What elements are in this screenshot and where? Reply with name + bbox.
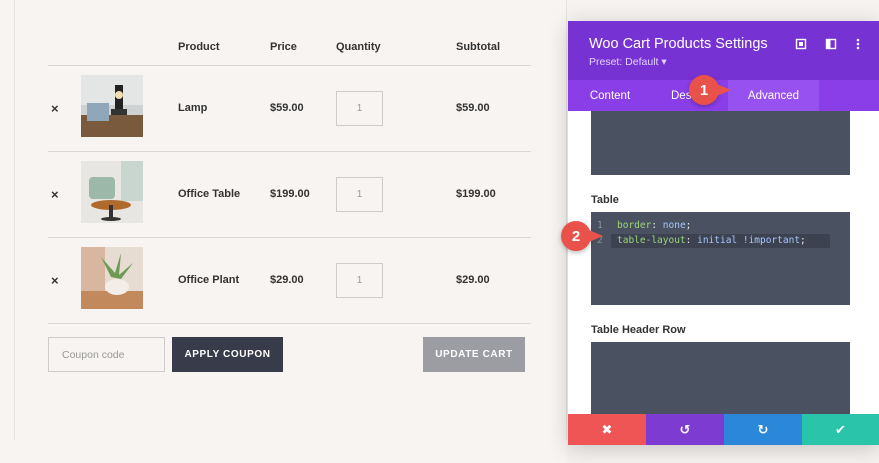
product-subtotal: $59.00 (456, 102, 490, 114)
annotation-badge-1: 1 (689, 75, 719, 105)
remove-item-icon[interactable]: × (51, 273, 59, 288)
table-row: × Office Plant $29.00 1 $29.00 (48, 238, 531, 324)
quantity-input[interactable]: 1 (336, 177, 383, 212)
annotation-badge-2: 2 (561, 221, 591, 251)
cancel-button[interactable]: ✖ (568, 414, 646, 445)
coupon-code-input[interactable]: Coupon code (48, 337, 165, 372)
table-row: × Lamp $59.00 1 $59.00 (48, 66, 531, 152)
annotation-arrow (717, 84, 731, 96)
quantity-input[interactable]: 1 (336, 91, 383, 126)
product-name[interactable]: Office Table (178, 188, 240, 200)
apply-coupon-button[interactable]: APPLY COUPON (172, 337, 283, 372)
product-thumbnail-office-plant[interactable] (81, 247, 143, 309)
css-property: table-layout (617, 235, 686, 246)
redo-button[interactable]: ↻ (724, 414, 802, 445)
table-css-editor[interactable]: 1 border: none; 2 table-layout: initial … (591, 212, 850, 305)
product-subtotal: $199.00 (456, 188, 496, 200)
remove-item-icon[interactable]: × (51, 101, 59, 116)
product-subtotal: $29.00 (456, 274, 490, 286)
product-name[interactable]: Lamp (178, 102, 207, 114)
section-label-table: Table (591, 194, 619, 206)
panel-title: Woo Cart Products Settings (589, 36, 768, 52)
table-row: × Office Table $199.00 1 $199.00 (48, 152, 531, 238)
product-thumbnail-lamp[interactable] (81, 75, 143, 137)
product-thumbnail-office-table[interactable] (81, 161, 143, 223)
preset-dropdown[interactable]: Preset: Default ▾ (589, 56, 667, 68)
product-price: $29.00 (270, 274, 304, 286)
css-property: border (617, 220, 652, 231)
css-code-editor[interactable] (591, 111, 850, 175)
divider (566, 0, 567, 440)
more-options-icon[interactable] (851, 37, 865, 51)
tab-advanced[interactable]: Advanced (728, 80, 819, 111)
panel-footer: ✖ ↺ ↻ ✔ (568, 414, 879, 445)
panel-header: Woo Cart Products Settings Preset: Defau… (568, 21, 879, 80)
divider (48, 323, 531, 324)
section-label-table-header-row: Table Header Row (591, 324, 686, 336)
product-name[interactable]: Office Plant (178, 274, 239, 286)
annotation-arrow (589, 230, 603, 242)
quantity-input[interactable]: 1 (336, 263, 383, 298)
panel-body: Table 1 border: none; 2 table-layout: in… (568, 111, 879, 414)
css-value: initial !important (697, 235, 801, 246)
product-price: $199.00 (270, 188, 310, 200)
split-view-icon[interactable] (824, 37, 838, 51)
css-value: none (662, 220, 686, 231)
header-quantity: Quantity (336, 41, 381, 53)
undo-button[interactable]: ↺ (646, 414, 724, 445)
product-price: $59.00 (270, 102, 304, 114)
update-cart-button[interactable]: UPDATE CART (423, 337, 525, 372)
fullscreen-icon[interactable] (794, 37, 808, 51)
divider (14, 0, 15, 440)
table-header-row-css-editor[interactable] (591, 342, 850, 414)
header-product: Product (178, 41, 220, 53)
header-subtotal: Subtotal (456, 41, 500, 53)
remove-item-icon[interactable]: × (51, 187, 59, 202)
save-button[interactable]: ✔ (802, 414, 879, 445)
tab-content[interactable]: Content (568, 80, 652, 111)
header-price: Price (270, 41, 297, 53)
